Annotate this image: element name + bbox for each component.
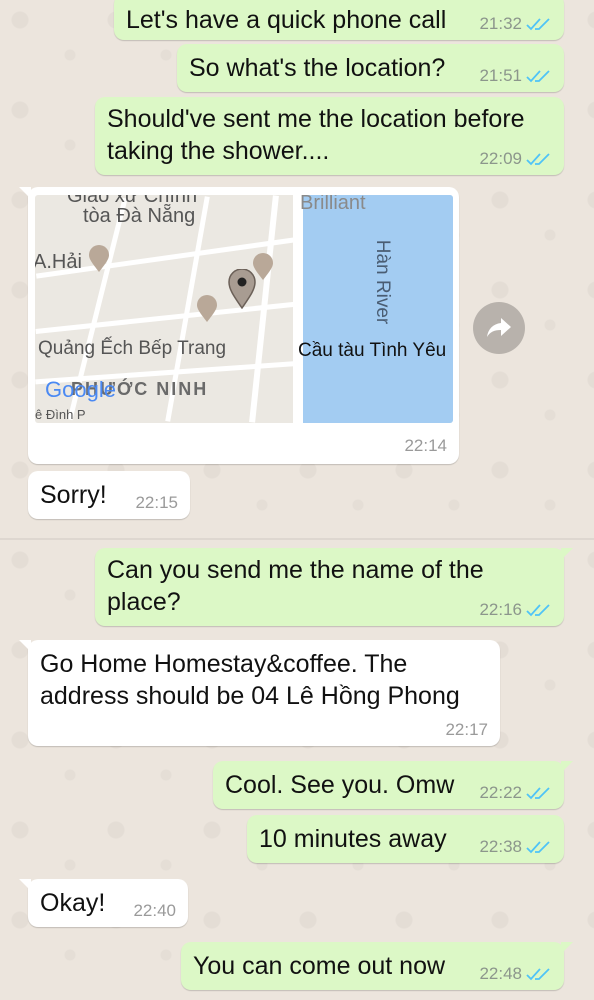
map-label-street: ê Đình P [35, 407, 86, 422]
message-bubble[interactable]: Cool. See you. Omw 22:22 [213, 761, 573, 809]
message-time: 22:15 [135, 493, 178, 512]
message-time: 22:16 [479, 600, 522, 619]
map-road [293, 195, 303, 423]
message-meta: 22:40 [133, 901, 176, 921]
message-bubble[interactable]: Go Home Homestay&coffee. The address sho… [19, 640, 500, 746]
double-check-icon [526, 967, 552, 981]
forward-button[interactable] [473, 302, 525, 354]
forward-icon [487, 318, 511, 337]
message-time: 22:14 [404, 436, 447, 455]
message-meta: 22:15 [135, 493, 178, 513]
map-label-brilliant: Brilliant [300, 195, 366, 214]
message-text: Can you send me the name of the [107, 556, 484, 584]
section-divider [0, 538, 594, 540]
pin-icon [228, 269, 256, 309]
message-bubble[interactable]: Should've sent me the location before ta… [95, 97, 564, 175]
message-meta: 22:17 [445, 720, 488, 740]
message-bubble[interactable]: Okay! 22:40 [19, 879, 188, 927]
double-check-icon [526, 603, 552, 617]
map-label-pier: Cầu tàu Tình Yêu [298, 340, 447, 361]
message-bubble[interactable]: Let's have a quick phone call 21:32 [114, 0, 564, 40]
map-label-church: tòa Đà Nẵng [83, 205, 196, 227]
message-time: 21:32 [479, 14, 522, 33]
message-meta: 22:09 [479, 149, 552, 169]
message-meta: 22:48 [479, 964, 552, 984]
message-meta: 22:22 [479, 783, 552, 803]
message-time: 22:38 [479, 837, 522, 856]
message-bubble[interactable]: You can come out now 22:48 [181, 942, 573, 990]
message-meta: 22:16 [479, 600, 552, 620]
message-bubble[interactable]: Can you send me the name of the place? 2… [95, 548, 573, 626]
map-label-river: Hàn River [372, 239, 394, 325]
message-bubble[interactable]: 10 minutes away 22:38 [247, 815, 564, 863]
message-meta: 21:51 [479, 66, 552, 86]
google-logo: Google [45, 377, 116, 402]
map-label-area: A.Hải [35, 251, 82, 273]
message-time: 22:09 [479, 149, 522, 168]
message-bubble[interactable]: So what's the location? 21:51 [177, 44, 564, 92]
message-time: 22:22 [479, 783, 522, 802]
message-bubble[interactable]: Sorry! 22:15 [28, 471, 190, 519]
double-check-icon [526, 69, 552, 83]
restaurant-icon [89, 245, 109, 272]
message-time: 21:51 [479, 66, 522, 85]
double-check-icon [526, 17, 552, 31]
restaurant-icon [197, 295, 217, 322]
message-meta: 22:14 [404, 436, 447, 456]
location-map[interactable]: Giáo xứ Chính tòa Đà Nẵng Brilliant A.Hả… [35, 195, 453, 423]
message-time: 22:40 [133, 901, 176, 920]
message-meta: 21:32 [479, 14, 552, 34]
message-text: Should've sent me the location before [107, 105, 525, 133]
map-label-restaurant: Quảng Ếch Bếp Trang [38, 338, 227, 359]
double-check-icon [526, 786, 552, 800]
double-check-icon [526, 152, 552, 166]
message-time: 22:17 [445, 720, 488, 739]
message-meta: 22:38 [479, 837, 552, 857]
double-check-icon [526, 840, 552, 854]
message-text: Go Home Homestay&coffee. The [40, 650, 408, 678]
message-time: 22:48 [479, 964, 522, 983]
message-text: address should be 04 Lê Hồng Phong [40, 682, 460, 710]
